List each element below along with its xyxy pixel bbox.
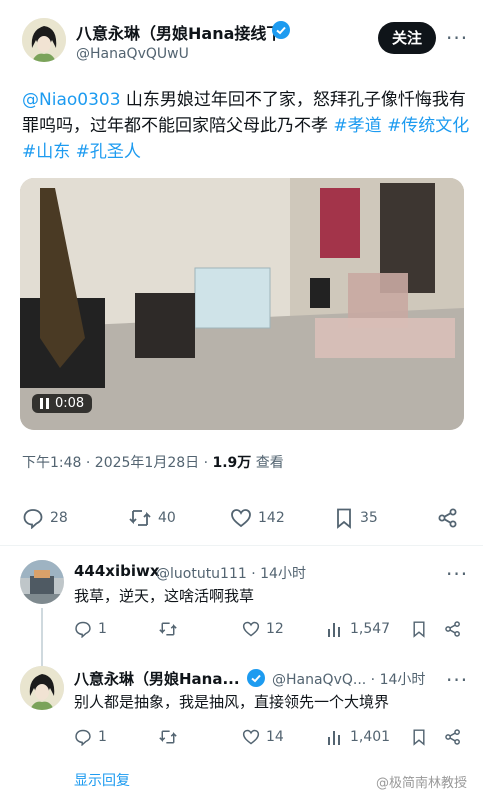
avatar-illustration-icon [22,18,66,62]
views-label: 查看 [251,455,284,471]
author-avatar[interactable] [22,18,66,62]
reply-view-count: 1,401 [350,729,391,745]
bookmark-icon [413,729,425,746]
post-timestamp[interactable]: 下午1:48 · 2025年1月28日 · [22,455,213,471]
retweet-action[interactable]: 40 [128,507,176,529]
watermark: @极简南林教授 [376,776,468,791]
reply-more-icon[interactable]: ··· [446,564,468,584]
reply-icon [75,621,91,638]
views-chart-icon [328,731,340,745]
retweet-icon [159,622,177,636]
reply-retweet-action[interactable] [158,728,178,746]
views-chart-icon [328,623,340,637]
reply-views-action[interactable]: 1,547 [326,620,390,638]
reply-more-icon[interactable]: ··· [446,670,468,690]
hashtag-4[interactable]: #孔圣人 [76,142,141,162]
reply-like-action[interactable]: 12 [242,620,284,638]
verified-badge-icon [272,21,290,39]
more-options-icon[interactable]: ··· [446,28,468,48]
reply-share-action[interactable] [444,728,462,746]
avatar-photo-icon [20,560,64,604]
share-icon [445,729,460,745]
hashtag-2[interactable]: #传统文化 [387,116,469,136]
share-icon [438,508,457,528]
reply-like-count: 14 [266,729,284,745]
reply-count: 28 [50,510,68,526]
bookmark-icon [337,508,351,529]
hashtag-1[interactable]: #孝道 [333,116,381,136]
divider [0,545,483,546]
reply-bookmark-action[interactable] [411,620,427,638]
bookmark-action[interactable]: 35 [334,507,378,529]
reply-reply-action[interactable]: 1 [74,620,107,638]
reply-share-action[interactable] [444,620,462,638]
pause-icon[interactable] [40,398,49,409]
reply-author-handle[interactable]: @luotutu111 · 14小时 [156,563,306,583]
video-time-badge[interactable]: 0:08 [32,394,93,413]
reply-reply-action[interactable]: 1 [74,728,107,746]
reply-author-name[interactable]: 八意永琳（男娘Hana... [74,668,242,689]
show-replies-link[interactable]: 显示回复 [74,770,130,790]
bookmark-icon [413,621,425,638]
reply-text: 我草，逆天，这啥活啊我草 [74,587,255,605]
reply-author-handle[interactable]: @HanaQvQ... · 14小时 [272,669,437,689]
reply-like-count: 12 [266,621,284,637]
post-text: @Niao0303 山东男娘过年回不了家，怒拜孔子像忏悔我有罪呜吗，过年都不能回… [22,87,470,165]
mention-link[interactable]: @Niao0303 [22,90,121,110]
author-handle[interactable]: @HanaQvQUwU [76,46,189,62]
reply-icon [75,729,91,746]
reply-author-name[interactable]: 444xibiwx [74,562,160,580]
bookmark-count: 35 [360,510,378,526]
reply-views-action[interactable]: 1,401 [326,728,390,746]
reply-view-count: 1,547 [350,621,391,637]
thread-line [41,608,43,668]
video-time: 0:08 [55,396,85,411]
share-icon [445,621,460,637]
avatar-illustration-icon [20,666,64,710]
follow-button[interactable]: 关注 [378,22,436,54]
reply-avatar[interactable] [20,560,64,604]
verified-badge-icon [247,669,265,687]
like-count: 142 [258,510,285,526]
video-frame [20,178,464,430]
share-action[interactable] [437,507,459,529]
reply-like-action[interactable]: 14 [242,728,284,746]
reply-icon [23,509,43,529]
view-count: 1.9万 [212,455,252,471]
reply-reply-count: 1 [98,729,107,745]
video-player[interactable]: 0:08 [20,178,464,430]
reply-reply-count: 1 [98,621,107,637]
author-name[interactable]: 八意永琳（男娘Hana接线下 [76,20,276,44]
retweet-icon [129,510,151,526]
retweet-icon [159,730,177,744]
like-action[interactable]: 142 [230,507,285,529]
retweet-count: 40 [158,510,176,526]
reply-avatar[interactable] [20,666,64,710]
heart-icon [242,729,260,745]
reply-action[interactable]: 28 [22,507,68,529]
post-meta: 下午1:48 · 2025年1月28日 · 1.9万 查看 [22,452,284,472]
reply-retweet-action[interactable] [158,620,178,638]
heart-icon [242,621,260,637]
reply-bookmark-action[interactable] [411,728,427,746]
reply-text: 别人都是抽象，我是抽风，直接领先一个大境界 [74,693,390,711]
hashtag-3[interactable]: #山东 [22,142,70,162]
heart-icon [231,509,251,528]
